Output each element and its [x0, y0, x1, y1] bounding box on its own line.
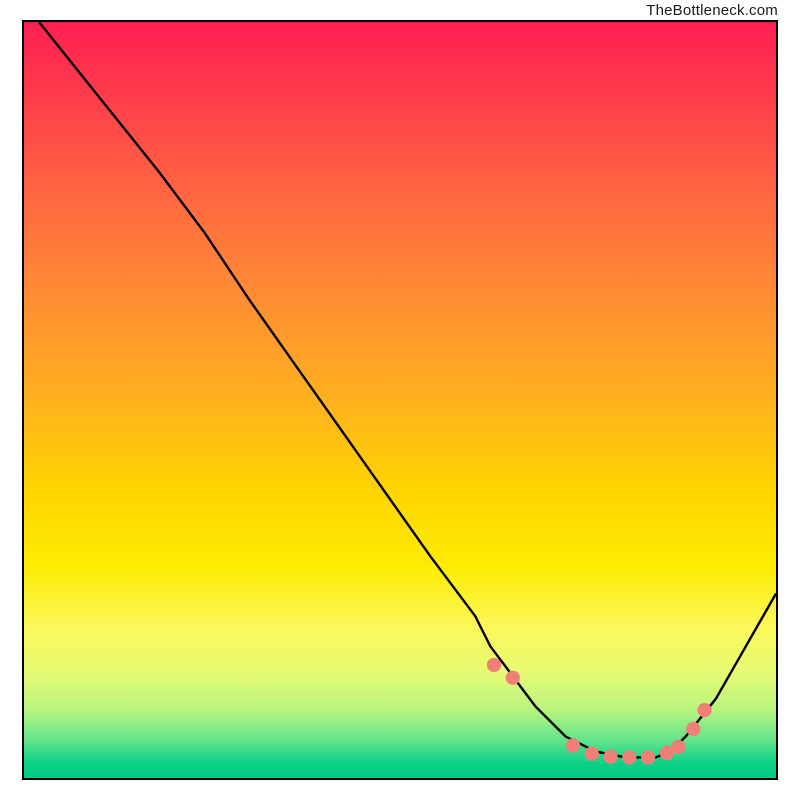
chart-svg — [24, 22, 776, 774]
marker-dot — [622, 750, 636, 764]
marker-dot — [641, 750, 655, 764]
marker-dot — [697, 703, 711, 717]
marker-dot — [686, 722, 700, 736]
marker-dot — [566, 738, 580, 752]
marker-dot — [603, 750, 617, 764]
marker-dot — [506, 671, 520, 685]
plot-area — [22, 20, 778, 780]
bottleneck-curve-path — [39, 22, 776, 757]
attribution-text: TheBottleneck.com — [646, 2, 778, 19]
marker-dot — [487, 658, 501, 672]
marker-dot — [671, 740, 685, 754]
marker-dot — [585, 747, 599, 761]
marker-dot-group — [487, 658, 712, 765]
